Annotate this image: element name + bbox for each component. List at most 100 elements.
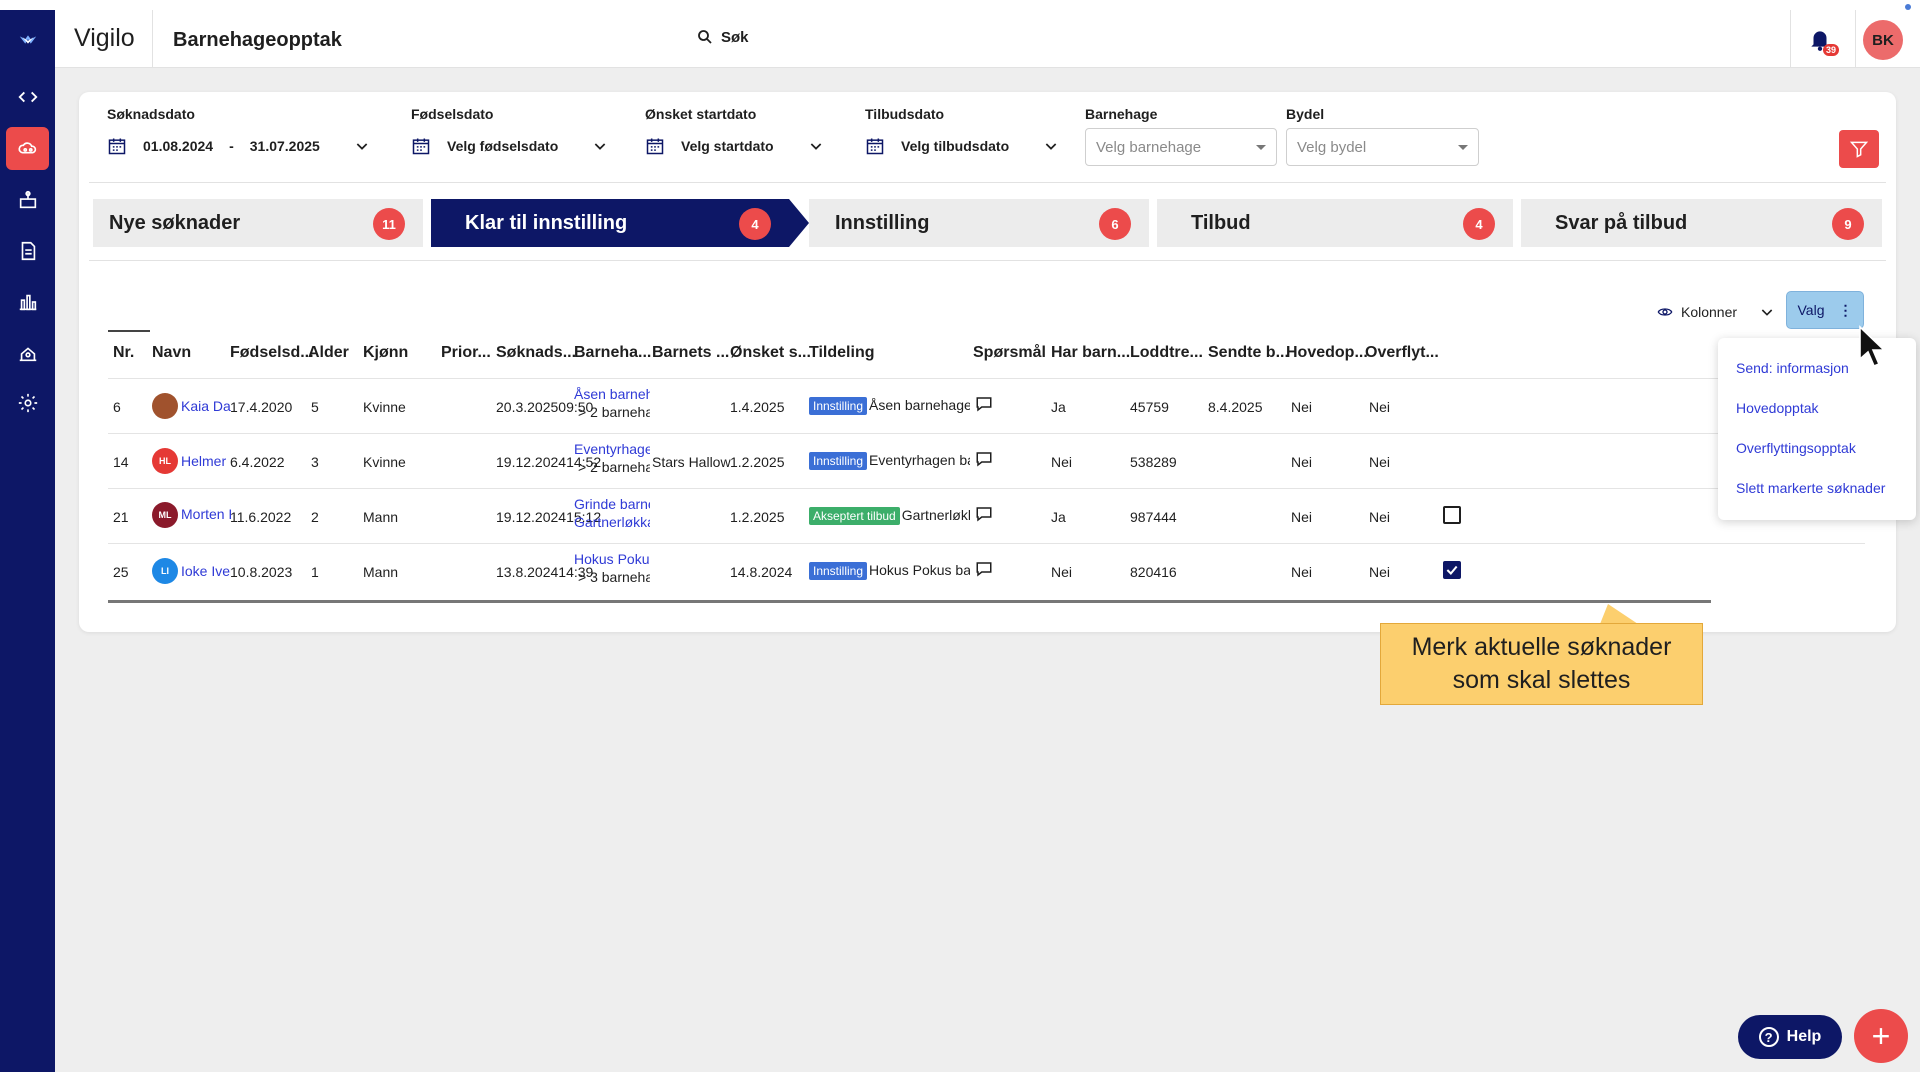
cell-name-link[interactable]: Kaia Dalen — [181, 398, 231, 414]
code-icon[interactable] — [6, 75, 49, 118]
column-header[interactable]: Søknads... — [496, 344, 576, 362]
divider — [1790, 10, 1791, 68]
chevron-down-icon[interactable] — [1759, 304, 1775, 320]
column-header[interactable]: Barneha... — [574, 344, 651, 362]
cell-name-link[interactable]: Helmer Lie — [181, 453, 231, 469]
menu-item-delete-selected[interactable]: Slett markerte søknader — [1736, 480, 1885, 496]
chat-icon[interactable] — [975, 450, 993, 468]
cell-age: 2 — [311, 509, 319, 525]
search-button[interactable]: Søk — [696, 28, 749, 46]
column-header[interactable]: Nr. — [113, 344, 134, 362]
column-header[interactable]: Prior... — [441, 344, 491, 362]
column-header[interactable]: Overflyt... — [1365, 344, 1439, 362]
cell-gender: Kvinne — [363, 399, 406, 415]
home-network-icon[interactable] — [6, 331, 49, 374]
column-header[interactable]: Tildeling — [809, 344, 874, 362]
table-row[interactable]: 21 ML Morten Lie 11.6.2022 2 Mann 19.12.… — [108, 488, 1865, 543]
cell-kindergarten-link[interactable]: Åsen barnehage — [574, 386, 650, 402]
cell-transfer: Nei — [1369, 564, 1391, 580]
cell-name-link[interactable]: Morten Lie — [181, 506, 231, 522]
gear-icon[interactable] — [6, 381, 49, 424]
logo-icon[interactable] — [6, 18, 49, 61]
chevron-down-icon[interactable] — [592, 138, 608, 154]
step-innstilling[interactable]: Innstilling 6 — [809, 199, 1149, 247]
column-header[interactable]: Sendte b... — [1208, 344, 1289, 362]
cell-transfer: Nei — [1369, 509, 1391, 525]
expand-kindergartens[interactable]: > 3 barnehager — [578, 569, 650, 585]
column-header[interactable]: Navn — [152, 344, 191, 362]
chat-icon[interactable] — [975, 560, 993, 578]
date-picker[interactable]: Velg fødselsdato — [411, 136, 608, 156]
menu-item-overflyttingsopptak[interactable]: Overflyttingsopptak — [1736, 440, 1856, 456]
count-badge: 4 — [739, 208, 771, 240]
date-range-picker[interactable]: 01.08.2024 - 31.07.2025 — [107, 136, 370, 156]
column-header[interactable]: Loddtre... — [1130, 344, 1203, 362]
cell-lottery: 45759 — [1130, 399, 1169, 415]
row-checkbox[interactable] — [1443, 506, 1461, 524]
table-row[interactable]: 25 LI Ioke Iversen 10.8.2023 1 Mann 13.8… — [108, 543, 1865, 598]
table-row[interactable]: 6 Kaia Dalen 17.4.2020 5 Kvinne 20.3.202… — [108, 378, 1865, 433]
column-header[interactable]: Hovedop... — [1286, 344, 1368, 362]
chat-icon[interactable] — [975, 505, 993, 523]
search-label: Søk — [721, 28, 749, 46]
assignment-text: Åsen barnehage (1. pri) — [869, 397, 970, 413]
column-header[interactable]: Har barn... — [1051, 344, 1130, 362]
chevron-down-icon[interactable] — [808, 138, 824, 154]
step-label: Innstilling — [835, 211, 930, 234]
column-header[interactable]: Fødselsd... — [230, 344, 314, 362]
cell-name-link[interactable]: Ioke Iversen — [181, 563, 231, 579]
column-header[interactable]: Barnets ... — [652, 344, 729, 362]
filter-button[interactable] — [1839, 130, 1879, 168]
avatar — [152, 393, 178, 419]
user-avatar[interactable]: BK — [1863, 20, 1903, 60]
avatar: ML — [152, 502, 178, 528]
cell-birth: 17.4.2020 — [230, 399, 293, 415]
page-title: Barnehageopptak — [173, 29, 342, 51]
cell-kindergarten-link[interactable]: Hokus Pokus barnehage — [574, 551, 650, 567]
step-svar-pa-tilbud[interactable]: Svar på tilbud 9 — [1521, 199, 1882, 247]
expand-kindergartens[interactable]: > 2 barnehager — [578, 404, 650, 420]
document-icon[interactable] — [6, 229, 49, 272]
step-tilbud[interactable]: Tilbud 4 — [1157, 199, 1513, 247]
sort-indicator — [108, 330, 150, 332]
table-scrollbar[interactable] — [108, 600, 1711, 603]
chat-icon[interactable] — [975, 395, 993, 413]
step-label: Tilbud — [1191, 211, 1251, 234]
filter-label: Barnehage — [1085, 106, 1158, 122]
date-value: Velg fødselsdato — [447, 138, 559, 154]
cell-kindergarten-link[interactable]: Grinde barnehage — [574, 496, 650, 512]
step-nye-soknader[interactable]: Nye søknader 11 — [93, 199, 423, 247]
help-button[interactable]: ? Help — [1738, 1015, 1842, 1059]
chevron-down-icon[interactable] — [354, 138, 370, 154]
cell-kindergarten-link[interactable]: Eventyrhagen barnehage — [574, 441, 650, 457]
bar-chart-icon[interactable] — [6, 280, 49, 323]
column-header[interactable]: Kjønn — [363, 344, 408, 362]
step-klar-til-innstilling[interactable]: Klar til innstilling 4 — [431, 199, 789, 247]
divider — [1855, 10, 1856, 68]
row-checkbox[interactable] — [1443, 561, 1461, 579]
menu-item-hovedopptak[interactable]: Hovedopptak — [1736, 400, 1819, 416]
column-header[interactable]: Ønsket s... — [730, 344, 811, 362]
cell-main: Nei — [1291, 454, 1313, 470]
district-select[interactable]: Velg bydel — [1286, 128, 1479, 166]
step-label: Nye søknader — [109, 211, 241, 234]
columns-button[interactable]: Kolonner — [1657, 304, 1775, 320]
valg-button[interactable]: Valg ⋮ — [1786, 291, 1864, 329]
date-picker[interactable]: Velg startdato — [645, 136, 824, 156]
menu-item-send-info[interactable]: Send: informasjon — [1736, 360, 1849, 376]
expand-kindergartens[interactable]: > 2 barnehager — [578, 459, 650, 475]
nursery-icon[interactable] — [6, 178, 49, 221]
column-header[interactable]: Alder — [308, 344, 349, 362]
cell-assignment: InnstillingHokus Pokus barnehage — [809, 562, 970, 580]
brand-name[interactable]: Vigilo — [74, 24, 135, 53]
date-picker[interactable]: Velg tilbudsdato — [865, 136, 1059, 156]
chevron-down-icon[interactable] — [1043, 138, 1059, 154]
kindergarten-select[interactable]: Velg barnehage — [1085, 128, 1277, 166]
cell-main: Nei — [1291, 399, 1313, 415]
cloud-network-icon[interactable] — [6, 127, 49, 170]
column-header[interactable]: Spørsmål — [973, 344, 1046, 362]
cell-sibling: Nei — [1051, 454, 1073, 470]
add-button[interactable]: + — [1854, 1009, 1908, 1063]
cell-kindergarten-link[interactable]: Gartnerløkka barnehage — [574, 514, 650, 530]
table-row[interactable]: 14 HL Helmer Lie 6.4.2022 3 Kvinne 19.12… — [108, 433, 1865, 488]
